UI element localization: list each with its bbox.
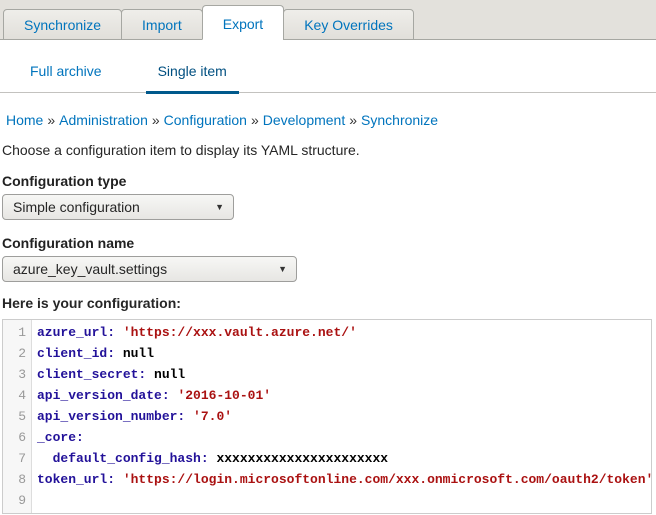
token-key: default_config_hash: — [52, 451, 209, 466]
line-number: 4 — [18, 388, 26, 403]
code-text: default_config_hash: xxxxxxxxxxxxxxxxxxx… — [32, 448, 388, 469]
tab-key-overrides[interactable]: Key Overrides — [283, 9, 414, 40]
yaml-editor[interactable]: 1 azure_url: 'https://xxx.vault.azure.net… — [2, 319, 653, 514]
code-text: api_version_number: '7.0' — [32, 406, 232, 427]
code-line-2: 2 client_id: null — [3, 343, 651, 364]
code-text: client_id: null — [32, 343, 154, 364]
subtab-single-item[interactable]: Single item — [145, 63, 239, 94]
config-name-value: azure_key_vault.settings — [13, 261, 168, 277]
chevron-down-icon: ▼ — [215, 202, 224, 212]
token-string: '2016-10-01' — [177, 388, 272, 403]
breadcrumb-link-development[interactable]: Development — [263, 112, 346, 128]
code-text: token_url: 'https://login.microsoftonlin… — [32, 469, 653, 490]
line-number: 2 — [18, 346, 26, 361]
token-key: token_url: — [37, 472, 116, 487]
breadcrumb-separator: » — [250, 112, 259, 128]
code-line-9: 9 — [3, 490, 651, 511]
code-text: _core: — [32, 427, 84, 448]
token-plain: null — [115, 346, 155, 361]
secondary-tabs: Full archive Single item — [0, 40, 656, 94]
token-key: azure_url: — [37, 325, 116, 340]
config-type-select[interactable]: Simple configuration ▼ — [2, 194, 234, 220]
breadcrumb: Home» Administration» Configuration» Develo… — [2, 93, 652, 128]
main-content: Home» Administration» Configuration» Develo… — [0, 93, 656, 515]
config-name-label: Configuration name — [2, 235, 135, 251]
chevron-down-icon: ▼ — [278, 264, 287, 274]
config-type-label: Configuration type — [2, 173, 127, 189]
code-line-7: 7 default_config_hash: xxxxxxxxxxxxxxxxx… — [3, 448, 651, 469]
token-key: client_secret: — [37, 367, 147, 382]
breadcrumb-link-home[interactable]: Home — [6, 112, 43, 128]
code-line-8: 8 token_url: 'https://login.microsoftonli… — [3, 469, 653, 490]
code-line-3: 3 client_secret: null — [3, 364, 651, 385]
code-line-6: 6 _core: — [3, 427, 651, 448]
output-heading: Here is your configuration: — [2, 295, 181, 311]
token-plain: xxxxxxxxxxxxxxxxxxxxxx — [208, 451, 389, 466]
token-plain: null — [146, 367, 186, 382]
code-line-5: 5 api_version_number: '7.0' — [3, 406, 651, 427]
code-line-1: 1 azure_url: 'https://xxx.vault.azure.net… — [3, 322, 651, 343]
breadcrumb-separator: » — [151, 112, 160, 128]
line-number: 6 — [18, 430, 26, 445]
code-text: client_secret: null — [32, 364, 185, 385]
tab-export[interactable]: Export — [201, 5, 285, 40]
primary-tabs: Synchronize Import Export Key Overrides — [0, 0, 656, 40]
token-key: api_version_number: — [37, 409, 186, 424]
token-string: 'https://xxx.vault.azure.net/' — [122, 325, 357, 340]
tab-synchronize[interactable]: Synchronize — [3, 9, 123, 40]
breadcrumb-separator: » — [349, 112, 358, 128]
code-text: api_version_date: '2016-10-01' — [32, 385, 271, 406]
line-number: 8 — [18, 472, 26, 487]
line-number: 9 — [18, 493, 26, 508]
token-key: _core: — [37, 430, 84, 445]
token-string: 'https://login.microsoftonline.com/xxx.o… — [122, 472, 654, 487]
intro-text: Choose a configuration item to display i… — [2, 142, 360, 158]
token-key: api_version_date: — [37, 388, 170, 403]
token-string: '7.0' — [193, 409, 233, 424]
tab-import[interactable]: Import — [121, 9, 203, 40]
line-number: 7 — [18, 451, 26, 466]
code-line-4: 4 api_version_date: '2016-10-01' — [3, 385, 651, 406]
subtab-full-archive[interactable]: Full archive — [30, 63, 102, 92]
breadcrumb-link-configuration[interactable]: Configuration — [164, 112, 247, 128]
breadcrumb-separator: » — [47, 112, 56, 128]
config-type-value: Simple configuration — [13, 199, 140, 215]
breadcrumb-link-synchronize[interactable]: Synchronize — [361, 112, 438, 128]
line-number: 3 — [18, 367, 26, 382]
config-name-select[interactable]: azure_key_vault.settings ▼ — [2, 256, 297, 282]
line-number: 1 — [18, 325, 26, 340]
line-number: 5 — [18, 409, 26, 424]
token-key: client_id: — [37, 346, 116, 361]
editor-lines: 1 azure_url: 'https://xxx.vault.azure.net… — [3, 322, 653, 511]
code-text: azure_url: 'https://xxx.vault.azure.net/… — [32, 322, 357, 343]
breadcrumb-link-administration[interactable]: Administration — [59, 112, 148, 128]
